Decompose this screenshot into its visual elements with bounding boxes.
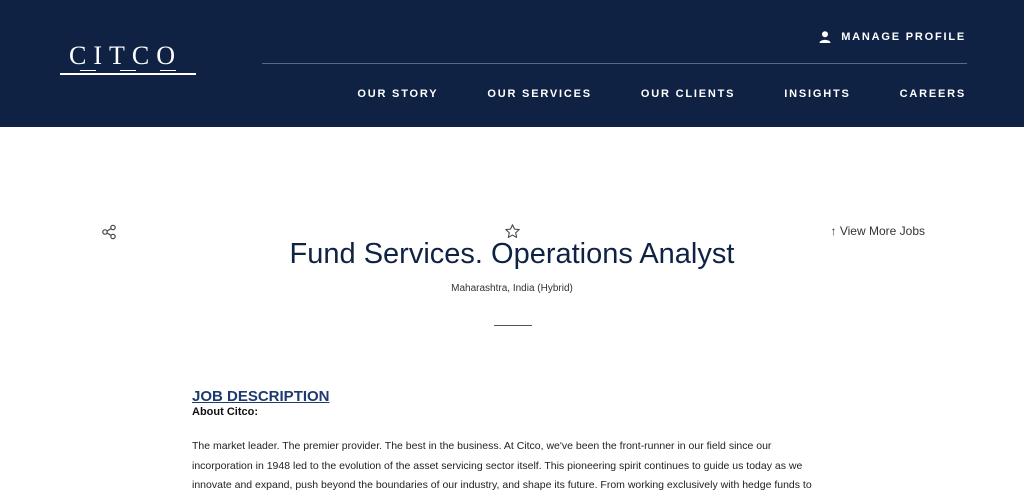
view-more-jobs-link[interactable]: ↑ View More Jobs: [831, 224, 925, 238]
manage-profile-link[interactable]: MANAGE PROFILE: [819, 31, 966, 43]
about-paragraph: The market leader. The premier provider.…: [192, 440, 812, 491]
job-location: Maharashtra, India (Hybrid): [451, 283, 573, 294]
manage-profile-label: MANAGE PROFILE: [841, 31, 966, 43]
title-divider: [494, 325, 532, 326]
job-title: Fund Services. Operations Analyst: [289, 238, 735, 270]
main-nav: OUR STORY OUR SERVICES OUR CLIENTS INSIG…: [357, 88, 966, 100]
job-description: JOB DESCRIPTION About Citco: The market …: [192, 388, 828, 497]
logo-underline: [60, 73, 196, 75]
nav-our-services[interactable]: OUR SERVICES: [487, 88, 592, 100]
logo-text: CITCO: [69, 41, 182, 70]
citco-logo[interactable]: CITCO: [60, 42, 196, 76]
user-icon: [819, 31, 831, 43]
header-divider: [262, 63, 967, 64]
nav-our-clients[interactable]: OUR CLIENTS: [641, 88, 735, 100]
about-subheading: About Citco:: [192, 406, 258, 418]
site-header: CITCO MANAGE PROFILE OUR STORY OUR SERVI…: [0, 0, 1024, 127]
nav-our-story[interactable]: OUR STORY: [357, 88, 438, 100]
nav-careers[interactable]: CAREERS: [900, 88, 966, 100]
job-description-heading: JOB DESCRIPTION: [192, 388, 330, 405]
logo-decoration: [80, 70, 176, 72]
nav-insights[interactable]: INSIGHTS: [784, 88, 850, 100]
